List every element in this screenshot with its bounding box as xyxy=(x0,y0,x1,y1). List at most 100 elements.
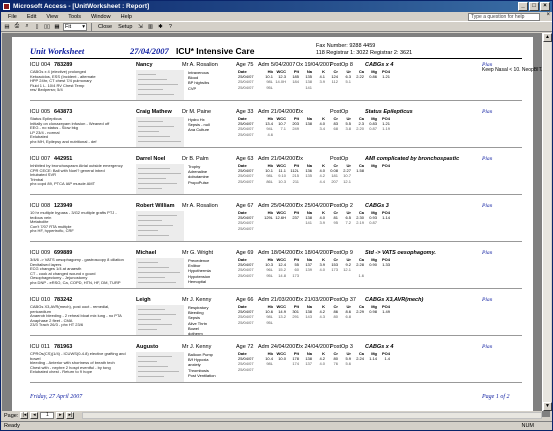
lab-row: 25/04/07 4.6 xyxy=(238,132,478,137)
infusion-list: Respiratory Bleeding Sepsis Alive Thrtn Bowe… xyxy=(188,305,236,336)
medication-line xyxy=(138,376,164,377)
doctor-name: Dr M. Paine xyxy=(182,109,212,115)
lab-cell xyxy=(338,226,351,231)
lab-cell xyxy=(286,226,299,231)
lab-cell xyxy=(338,273,351,278)
clinical-notes: Inhibited by bronchospasm Atrial outside… xyxy=(30,163,126,187)
menu-file[interactable]: File xyxy=(3,14,22,20)
clinical-notes: CABGs x 4 (elective) prolonged Ketoacidos… xyxy=(30,69,126,93)
lab-cell xyxy=(260,367,273,372)
medication-line xyxy=(138,225,173,226)
menu-tools[interactable]: Tools xyxy=(63,14,86,20)
print-icon[interactable]: ⎙ xyxy=(13,23,21,31)
bed-number: ICU 009 xyxy=(30,250,51,256)
admission-date: Adm 24/04/2007 xyxy=(258,344,299,350)
database-window-icon[interactable]: ▥ xyxy=(146,23,154,31)
lab-cell xyxy=(351,132,364,137)
bed-info: ICU 004 783289 xyxy=(30,62,108,68)
bed-info: ICU 009 699889 xyxy=(30,250,108,256)
medication-line xyxy=(138,230,158,231)
medication-line xyxy=(138,173,181,174)
footer-date: Friday, 27 April 2007 xyxy=(30,394,83,400)
page-number-input[interactable]: 1 xyxy=(40,412,55,419)
medication-chart xyxy=(136,117,184,147)
setup-button[interactable]: Setup xyxy=(116,23,134,31)
note-line: res/ Bedpersn; 5/4 xyxy=(30,87,63,93)
lab-cell xyxy=(299,226,312,231)
medication-chart xyxy=(136,70,184,100)
maximize-icon[interactable]: □ xyxy=(529,2,539,11)
zoom-select[interactable]: Fit ▾ xyxy=(63,22,87,31)
menu-edit[interactable]: Edit xyxy=(22,14,41,20)
lab-cell: 25/04/07 xyxy=(238,225,254,231)
document-close-icon[interactable]: × xyxy=(546,12,550,18)
infusion-list: Precedence Enlibor Hypothermia Hypotension H… xyxy=(188,258,236,284)
next-page-icon[interactable]: ▸ xyxy=(56,412,65,419)
infusion-item: PropoPulse xyxy=(188,179,209,185)
horizontal-scrollbar[interactable] xyxy=(82,412,542,419)
one-page-icon[interactable]: ▯ xyxy=(33,23,41,31)
zoom-icon[interactable]: ⌕ xyxy=(23,23,31,31)
medication-chart xyxy=(136,258,184,288)
report-title: Unit Worksheet xyxy=(30,46,85,56)
infusion-item: Ana Culture xyxy=(188,127,210,133)
menu-view[interactable]: View xyxy=(41,14,63,20)
lab-cell xyxy=(312,367,325,372)
medication-line xyxy=(138,74,156,75)
infusion-list: Trophy Adrenaline dobutamine PropoPulse xyxy=(188,164,236,185)
lab-cell xyxy=(325,320,338,325)
clinical-notes: Status Epilepticus Initially on clonazepa… xyxy=(30,116,126,145)
minimize-icon[interactable]: _ xyxy=(518,2,528,11)
lab-cell xyxy=(286,320,299,325)
help-icon[interactable]: ? xyxy=(166,23,174,31)
bed-number: ICU 010 xyxy=(30,297,51,303)
lab-cell xyxy=(299,320,312,325)
menu-window[interactable]: Window xyxy=(86,14,116,20)
new-object-icon[interactable]: ✱ xyxy=(156,23,164,31)
window-title: Microsoft Access - [UnitWorksheet : Repo… xyxy=(13,3,150,10)
patient-record: ICU 004 783289 CABGs x 4 (elective) prolon… xyxy=(30,61,550,101)
plan-label: Plan xyxy=(482,344,493,350)
menu-help[interactable]: Help xyxy=(116,14,137,20)
patient-age: Age 67 xyxy=(236,203,254,209)
admission-date: Adm 18/04/2007 xyxy=(258,250,299,256)
plan-label: Plan xyxy=(482,203,493,209)
help-search-input[interactable]: Type a question for help xyxy=(468,13,540,21)
lab-results-table: Date Hb WCC Plt Na K Cr Ur Ca Mg PO4 25/04/07 10.3 12… xyxy=(238,257,478,278)
lab-cell xyxy=(364,226,377,231)
two-pages-icon[interactable]: ▯▯ xyxy=(43,23,51,31)
close-icon[interactable]: × xyxy=(540,2,550,11)
patient-age: Age 75 xyxy=(236,62,254,68)
scroll-down-icon[interactable]: ▼ xyxy=(543,402,552,411)
operation-date: Ox 25/04/2007 xyxy=(296,203,333,209)
office-links-icon[interactable]: ⇲ xyxy=(136,23,144,31)
mrn: 699889 xyxy=(54,250,73,256)
patient-name: Leigh xyxy=(136,297,151,303)
multiple-pages-icon[interactable]: ▦ xyxy=(53,23,61,31)
lab-row: 25/04/07 95L 141 xyxy=(238,85,478,90)
vertical-scrollbar[interactable]: ▲ ▼ xyxy=(542,33,552,411)
diagnosis: CABGs 3 xyxy=(365,203,389,209)
medication-line xyxy=(138,309,165,310)
lab-cell xyxy=(377,226,390,231)
view-icon[interactable]: ▤ xyxy=(3,23,11,31)
diagnosis: CABGs X3,AVR(mech) xyxy=(365,297,424,303)
lab-cell xyxy=(325,85,338,90)
medication-line xyxy=(138,366,168,367)
mrn: 783289 xyxy=(54,62,73,68)
close-preview-button[interactable]: Close xyxy=(96,23,114,31)
patient-name: Darrel Noel xyxy=(136,156,166,162)
medication-line xyxy=(138,168,170,169)
patient-record: ICU 009 699889 3/4/6 -> VATS oesophagomy -… xyxy=(30,249,522,289)
operation-date: Ox 18/04/2007 xyxy=(296,250,333,256)
medication-line xyxy=(138,277,165,278)
lab-cell: 12.1 xyxy=(343,178,351,184)
lab-cell xyxy=(312,273,325,278)
patient-name: Robert William xyxy=(136,203,175,209)
last-page-icon[interactable]: ▸| xyxy=(66,412,75,419)
plan-label: Plan xyxy=(482,250,493,256)
prev-page-icon[interactable]: ◂ xyxy=(30,412,39,419)
scroll-up-icon[interactable]: ▲ xyxy=(543,33,552,42)
report-preview-area[interactable]: Unit Worksheet 27/04/2007 ICU* Intensive… xyxy=(2,33,550,417)
first-page-icon[interactable]: |◂ xyxy=(20,412,29,419)
